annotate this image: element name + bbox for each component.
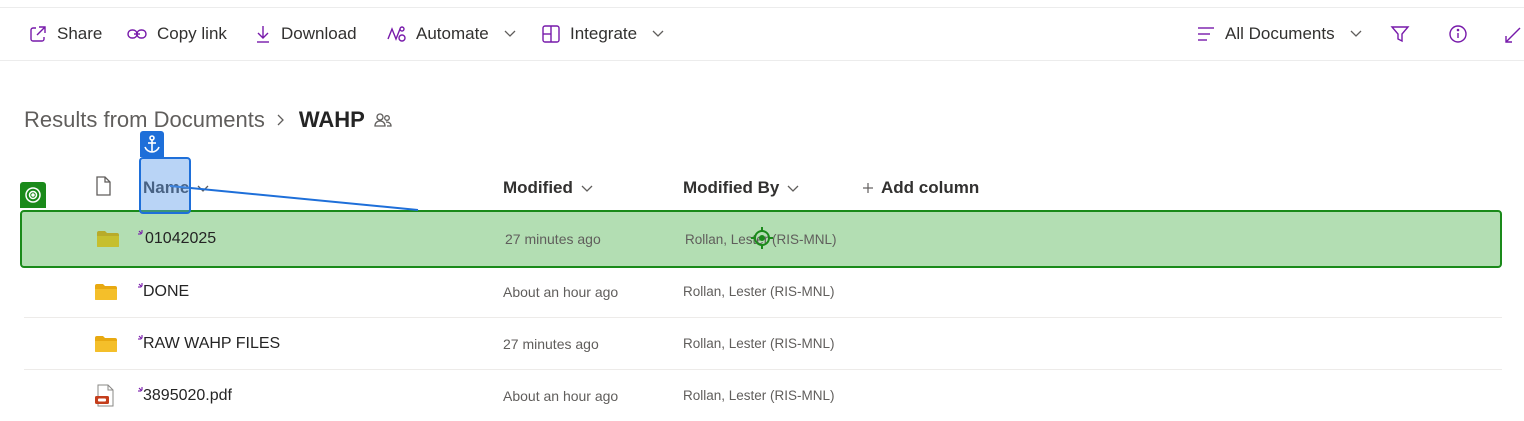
breadcrumb: Results from Documents WAHP [24, 104, 393, 136]
item-modified: About an hour ago [503, 387, 619, 404]
automate-icon [385, 24, 407, 44]
modified-by-column-label: Modified By [683, 178, 780, 197]
view-selector[interactable]: All Documents [1196, 8, 1362, 60]
folder-icon [96, 212, 122, 266]
filter-icon [1390, 24, 1410, 44]
item-name[interactable]: RAW WAHP FILES [143, 318, 280, 369]
automate-menu[interactable]: Automate [385, 8, 516, 60]
item-modified: 27 minutes ago [505, 231, 601, 247]
item-modified: 27 minutes ago [503, 335, 599, 352]
folder-icon [94, 266, 120, 317]
expand-icon [1504, 24, 1522, 44]
chevron-right-icon [277, 114, 285, 126]
chevron-down-icon [652, 30, 664, 38]
breadcrumb-parent[interactable]: Results from Documents [24, 107, 265, 133]
target-icon [20, 182, 46, 208]
info-icon [1448, 24, 1468, 44]
download-label: Download [281, 24, 357, 43]
command-bar: Share Copy link Download Automate Integr… [0, 8, 1524, 61]
modified-by-column-header[interactable]: Modified By [683, 166, 799, 210]
breadcrumb-current: WAHP [298, 107, 365, 132]
chevron-down-icon [197, 178, 209, 198]
pdf-file-icon [94, 370, 120, 421]
crosshair-icon [750, 226, 774, 255]
integrate-icon [541, 24, 561, 44]
info-button[interactable] [1448, 8, 1468, 60]
filter-button[interactable] [1390, 8, 1410, 60]
view-label: All Documents [1225, 24, 1335, 43]
list-item[interactable]: 3895020.pdf About an hour ago Rollan, Le… [24, 370, 1502, 421]
folder-icon [94, 318, 120, 369]
share-icon [28, 24, 48, 44]
add-column-label: Add column [881, 178, 980, 197]
chevron-down-icon [1350, 30, 1362, 38]
shared-people-icon[interactable] [373, 110, 393, 130]
chevron-down-icon [581, 178, 593, 198]
integrate-label: Integrate [570, 24, 638, 43]
modified-column-header[interactable]: Modified [503, 166, 593, 210]
expand-button[interactable] [1504, 8, 1522, 60]
item-modified: About an hour ago [503, 283, 619, 300]
integrate-menu[interactable]: Integrate [541, 8, 664, 60]
chevron-down-icon [504, 30, 516, 38]
copy-link-button[interactable]: Copy link [126, 8, 227, 60]
download-button[interactable]: Download [254, 8, 357, 60]
copy-link-label: Copy link [157, 24, 227, 43]
modified-column-label: Modified [503, 178, 573, 197]
file-type-column-header[interactable] [94, 166, 112, 210]
document-icon [94, 175, 112, 201]
anchor-highlight-box [139, 157, 191, 214]
item-name[interactable]: DONE [143, 266, 189, 317]
view-lines-icon [1196, 24, 1216, 44]
link-icon [126, 24, 148, 44]
item-name[interactable]: 01042025 [145, 212, 216, 266]
item-name[interactable]: 3895020.pdf [143, 370, 232, 421]
anchor-icon [140, 131, 164, 157]
list-item[interactable]: DONE About an hour ago Rollan, Lester (R… [24, 266, 1502, 318]
list-header: Name Modified Modified By Add column [24, 166, 1502, 210]
add-column-button[interactable]: Add column [863, 166, 979, 210]
list-item[interactable]: RAW WAHP FILES 27 minutes ago Rollan, Le… [24, 318, 1502, 370]
automate-label: Automate [416, 24, 489, 43]
share-button[interactable]: Share [28, 8, 102, 60]
share-label: Share [57, 24, 103, 43]
item-modified-by[interactable]: Rollan, Lester (RIS-MNL) [683, 370, 835, 421]
item-modified-by[interactable]: Rollan, Lester (RIS-MNL) [683, 318, 835, 369]
chevron-down-icon [787, 178, 799, 198]
item-modified-by[interactable]: Rollan, Lester (RIS-MNL) [683, 266, 835, 317]
download-icon [254, 24, 272, 44]
plus-icon [863, 178, 873, 198]
